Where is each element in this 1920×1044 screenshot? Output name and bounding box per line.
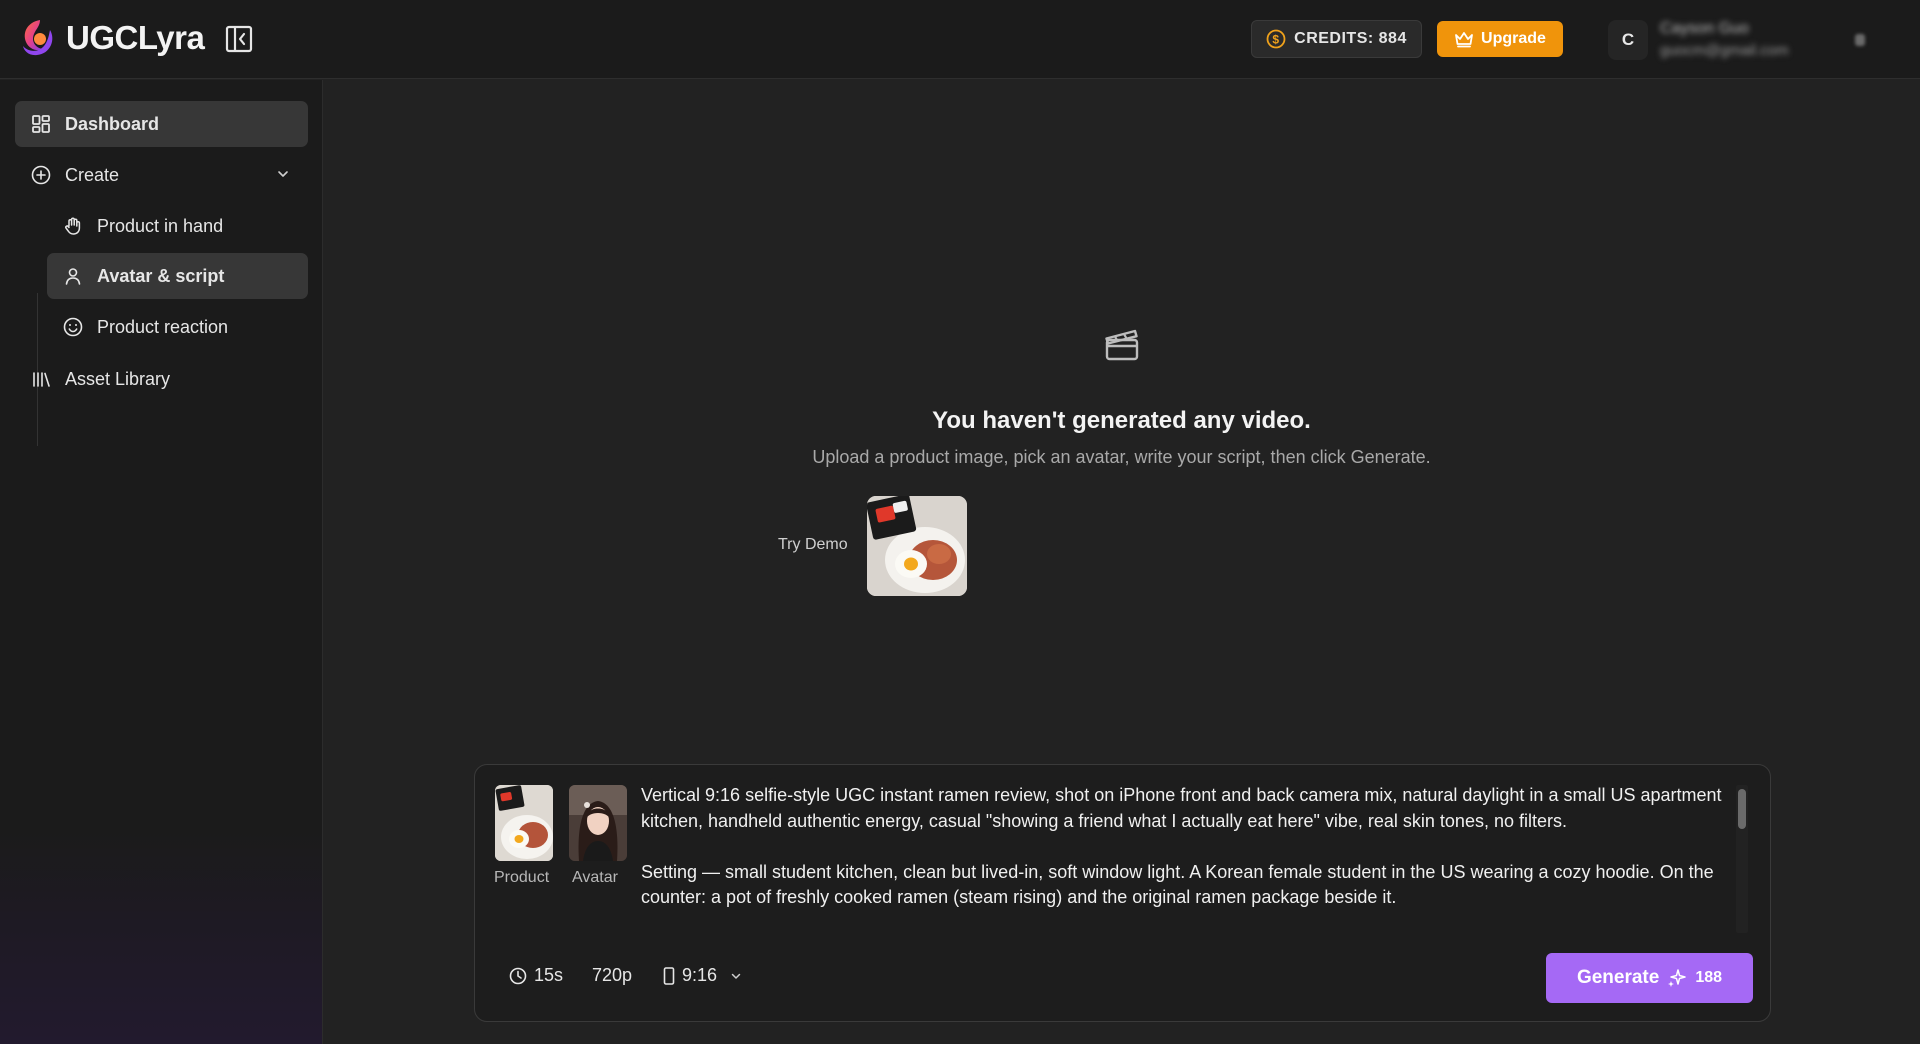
phone-portrait-icon — [663, 966, 675, 985]
sidebar-collapse-icon[interactable] — [224, 24, 254, 54]
generate-cost: 188 — [1695, 969, 1723, 986]
brand-name: UGCLyra — [66, 19, 205, 56]
product-ramen-image — [495, 785, 553, 861]
chevron-down-icon — [278, 171, 288, 177]
resolution-value: 720p — [592, 965, 633, 985]
aspect-ratio-selector[interactable]: 9:16 — [663, 965, 742, 986]
duration-value: 15s — [534, 965, 564, 985]
sidebar-item-product-in-hand[interactable]: Product in hand — [47, 203, 308, 249]
avatar-label: Avatar — [572, 869, 618, 886]
sidebar-label-product-in-hand: Product in hand — [97, 215, 224, 236]
user-icon — [65, 268, 81, 285]
sidebar-label-avatar-script: Avatar & script — [97, 265, 225, 286]
script-scrollbar-thumb[interactable] — [1738, 789, 1746, 829]
generate-button[interactable]: Generate 188 — [1546, 953, 1753, 1003]
empty-state-title-text: You haven't generated any video. — [932, 407, 1311, 434]
chevron-down-icon — [731, 973, 741, 979]
smile-icon — [63, 317, 83, 337]
empty-state-title: You haven't generated any video. — [0, 407, 1920, 435]
sidebar-item-avatar-script[interactable]: Avatar & script — [47, 253, 308, 299]
sidebar-label-asset-library: Asset Library — [65, 368, 171, 389]
plus-circle-icon — [31, 165, 51, 185]
sidebar-item-product-reaction[interactable]: Product reaction — [47, 304, 308, 350]
script-textarea[interactable]: Vertical 9:16 selfie-style UGC instant r… — [641, 783, 1731, 933]
clock-icon — [509, 967, 527, 984]
sparkles-icon — [1668, 969, 1687, 987]
user-avatar[interactable]: C — [1608, 20, 1648, 60]
product-label: Product — [494, 869, 550, 886]
resolution-selector[interactable]: 720p — [592, 965, 632, 986]
ugclyra-logo — [23, 20, 53, 56]
sidebar-label-create: Create — [65, 164, 120, 185]
crown-icon — [1455, 32, 1473, 48]
try-demo-label: Try Demo — [778, 536, 848, 553]
hand-icon — [65, 217, 81, 235]
sidebar-item-create[interactable]: Create — [15, 152, 308, 198]
script-scrollbar[interactable] — [1736, 785, 1748, 933]
sidebar: Dashboard Create Product in hand Avatar … — [0, 80, 323, 1044]
duration-selector[interactable]: 15s — [509, 965, 563, 986]
avatar-portrait-image — [569, 785, 627, 861]
empty-state-subtitle-text: Upload a product image, pick an avatar, … — [812, 447, 1431, 467]
sidebar-label-product-reaction: Product reaction — [97, 316, 229, 337]
demo-thumbnail[interactable] — [867, 496, 967, 596]
prompt-composer: Product Avatar Vertical 9:16 selfie-styl… — [474, 764, 1771, 1022]
svg-text:$: $ — [1273, 33, 1280, 47]
demo-ramen-image — [867, 496, 967, 596]
sidebar-label-dashboard: Dashboard — [65, 113, 160, 134]
empty-state-subtitle: Upload a product image, pick an avatar, … — [0, 447, 1920, 468]
coin-icon: $ — [1266, 29, 1286, 49]
user-menu-icon[interactable] — [1854, 30, 1866, 50]
library-icon — [33, 372, 50, 387]
user-email: guocm@gmail.com — [1660, 42, 1789, 59]
credits-label: CREDITS: 884 — [1294, 30, 1407, 47]
dashboard-icon — [32, 115, 50, 133]
upgrade-label: Upgrade — [1481, 30, 1546, 47]
clapperboard-icon — [1105, 329, 1139, 361]
sidebar-item-dashboard[interactable]: Dashboard — [15, 101, 308, 147]
credits-badge[interactable]: $ CREDITS: 884 — [1251, 20, 1422, 58]
avatar-thumbnail[interactable] — [569, 785, 627, 861]
upgrade-button[interactable]: Upgrade — [1437, 21, 1563, 57]
aspect-ratio-value: 9:16 — [682, 965, 718, 985]
user-name: Cayson Guo — [1660, 20, 1749, 37]
script-paragraph-1: Vertical 9:16 selfie-style UGC instant r… — [641, 785, 1722, 831]
generate-label: Generate — [1576, 967, 1660, 988]
product-thumbnail[interactable] — [495, 785, 553, 861]
script-paragraph-2: Setting — small student kitchen, clean b… — [641, 861, 1714, 908]
top-bar: UGCLyra $ CREDITS: 884 Upgrade C Cayson … — [0, 0, 1920, 79]
sidebar-item-asset-library[interactable]: Asset Library — [15, 356, 308, 402]
